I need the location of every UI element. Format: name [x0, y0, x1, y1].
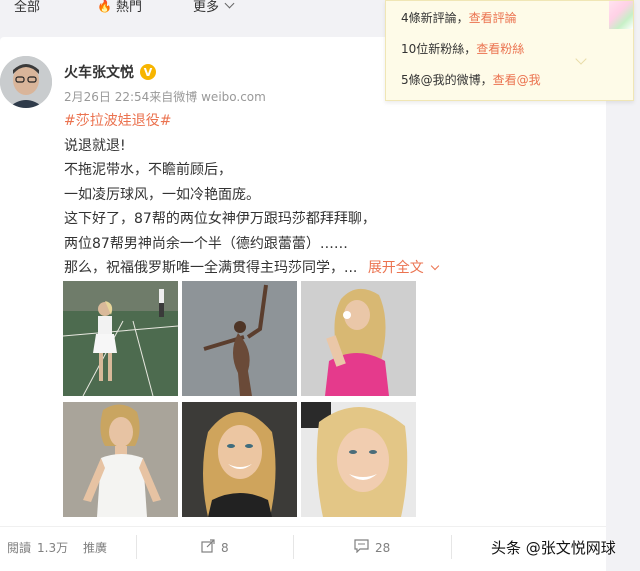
comment-icon [354, 539, 369, 556]
comment-button[interactable]: 28 [354, 539, 390, 556]
weibo-post-card: 火车张文悦 V 2月26日 22:54来自微博 weibo.com #莎拉波娃退… [0, 37, 606, 571]
expand-label: 展开全文 [367, 260, 424, 276]
tab-hot-label: 熱門 [115, 0, 142, 15]
photo-pink-top[interactable] [301, 281, 416, 396]
share-count: 8 [221, 540, 229, 555]
watermark: 头条 @张文悦网球 [491, 539, 616, 557]
photo-smiling-portrait[interactable] [182, 402, 297, 517]
tab-more[interactable]: 更多 [193, 0, 235, 15]
post-line-last: 那么，祝福俄罗斯唯一全满贯得主玛莎同学，... 展开全文 [64, 256, 440, 281]
notify-mentions-row: 5條@我的微博， 查看@我 [401, 71, 541, 88]
tab-all-label: 全部 [14, 0, 41, 15]
share-icon [201, 539, 215, 556]
corner-fold-icon[interactable] [609, 1, 633, 29]
expand-full-text-link[interactable]: 展开全文 [367, 260, 440, 276]
post-line: 说退就退! [64, 137, 126, 154]
view-comments-link[interactable]: 查看評論 [469, 9, 517, 26]
notify-fans-row: 10位新粉絲， 查看粉絲 [401, 40, 524, 57]
tab-hot[interactable]: 🔥 熱門 [97, 0, 142, 15]
divider [293, 535, 294, 559]
promote-button[interactable]: 推廣 [83, 539, 107, 556]
notify-comments-row: 4條新評論， 查看評論 [401, 9, 517, 26]
tab-more-label: 更多 [193, 0, 220, 15]
notify-comments-text: 4條新評論， [401, 11, 469, 25]
chevron-down-icon [575, 53, 587, 65]
tab-all[interactable]: 全部 [14, 0, 40, 15]
post-line: 不拖泥带水，不瞻前顾后， [64, 162, 232, 178]
flame-icon: 🔥 [97, 0, 112, 13]
read-count-value: 1.3万 [37, 541, 69, 555]
topic-link[interactable]: #莎拉波娃退役# [64, 109, 438, 134]
view-fans-link[interactable]: 查看粉絲 [476, 40, 524, 57]
author-name[interactable]: 火车张文悦 [64, 62, 134, 82]
share-button[interactable]: 8 [201, 539, 229, 556]
post-line: 那么，祝福俄罗斯唯一全满贯得主玛莎同学，... [64, 260, 358, 276]
notification-popup: 4條新評論， 查看評論 10位新粉絲， 查看粉絲 5條@我的微博， 查看@我 [385, 0, 634, 101]
post-line: 这下好了，87帮的两位女神伊万跟玛莎都拜拜聊， [64, 211, 376, 227]
promote-label: 推廣 [83, 541, 108, 555]
comment-count: 28 [375, 540, 391, 555]
photo-tennis-court[interactable] [63, 281, 178, 396]
post-text: #莎拉波娃退役# 说退就退! 不拖泥带水，不瞻前顾后， 一如凌厉球风，一如冷艳面… [64, 109, 440, 281]
read-label: 閱讀 [7, 541, 32, 555]
divider [136, 535, 137, 559]
chevron-down-icon [224, 0, 235, 9]
view-mentions-link[interactable]: 查看@我 [493, 71, 541, 88]
post-line: 一如凌厉球风，一如冷艳面庞。 [64, 186, 260, 203]
photo-white-tank[interactable] [63, 402, 178, 517]
notify-mentions-text: 5條@我的微博， [401, 73, 493, 87]
verified-v-icon: V [140, 64, 156, 80]
post-line: 两位87帮男神尚余一个半（德约跟蕾蕾）…… [64, 235, 348, 252]
avatar[interactable] [0, 56, 52, 108]
author-name-row: 火车张文悦 V [64, 62, 156, 82]
photo-grid [63, 281, 417, 517]
chevron-down-icon [430, 261, 440, 271]
read-count: 閱讀 1.3万 [7, 539, 68, 556]
post-meta: 2月26日 22:54来自微博 weibo.com [64, 90, 266, 104]
photo-dance-pose[interactable] [182, 281, 297, 396]
notify-fans-text: 10位新粉絲， [401, 42, 477, 56]
divider [451, 535, 452, 559]
photo-closeup-smile[interactable] [301, 402, 416, 517]
